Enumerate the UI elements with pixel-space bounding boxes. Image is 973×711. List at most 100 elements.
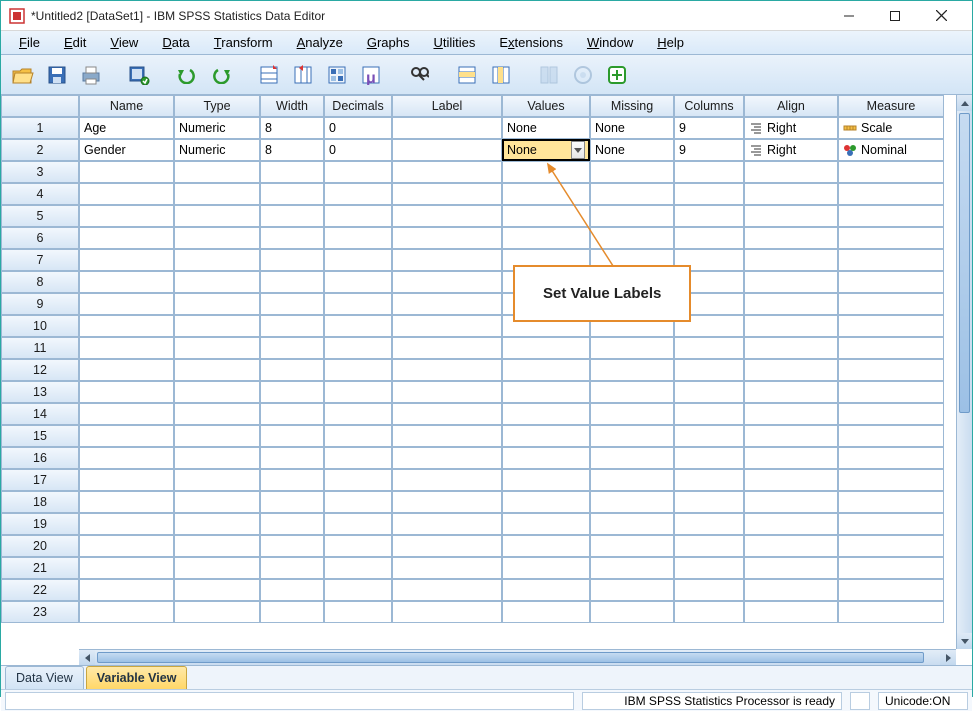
- recall-dialog-button[interactable]: [125, 61, 153, 89]
- scroll-up-button[interactable]: [957, 95, 972, 111]
- empty-cell[interactable]: [838, 359, 944, 381]
- empty-cell[interactable]: [744, 491, 838, 513]
- row-header[interactable]: 7: [1, 249, 79, 271]
- empty-cell[interactable]: [392, 447, 502, 469]
- menu-data[interactable]: Data: [150, 33, 201, 52]
- empty-cell[interactable]: [79, 205, 174, 227]
- empty-cell[interactable]: [674, 557, 744, 579]
- empty-cell[interactable]: [392, 403, 502, 425]
- empty-cell[interactable]: [260, 403, 324, 425]
- close-button[interactable]: [918, 1, 964, 31]
- empty-cell[interactable]: [260, 249, 324, 271]
- empty-cell[interactable]: [260, 271, 324, 293]
- empty-cell[interactable]: [392, 161, 502, 183]
- empty-cell[interactable]: [838, 337, 944, 359]
- empty-cell[interactable]: [79, 293, 174, 315]
- empty-cell[interactable]: [260, 205, 324, 227]
- empty-cell[interactable]: [324, 381, 392, 403]
- empty-cell[interactable]: [590, 579, 674, 601]
- empty-cell[interactable]: [674, 513, 744, 535]
- empty-cell[interactable]: [744, 337, 838, 359]
- empty-cell[interactable]: [502, 359, 590, 381]
- select-cases-button[interactable]: [603, 61, 631, 89]
- empty-cell[interactable]: [174, 359, 260, 381]
- find-button[interactable]: [405, 61, 433, 89]
- values-dropdown-button[interactable]: [571, 141, 585, 159]
- empty-cell[interactable]: [590, 337, 674, 359]
- row-header[interactable]: 12: [1, 359, 79, 381]
- empty-cell[interactable]: [674, 381, 744, 403]
- empty-cell[interactable]: [79, 579, 174, 601]
- empty-cell[interactable]: [79, 359, 174, 381]
- row-header[interactable]: 9: [1, 293, 79, 315]
- empty-cell[interactable]: [392, 205, 502, 227]
- empty-cell[interactable]: [502, 579, 590, 601]
- empty-cell[interactable]: [392, 183, 502, 205]
- empty-cell[interactable]: [838, 315, 944, 337]
- empty-cell[interactable]: [392, 293, 502, 315]
- row-header[interactable]: 23: [1, 601, 79, 623]
- empty-cell[interactable]: [744, 535, 838, 557]
- empty-cell[interactable]: [392, 491, 502, 513]
- empty-cell[interactable]: [79, 557, 174, 579]
- scroll-down-button[interactable]: [957, 633, 972, 649]
- empty-cell[interactable]: [260, 557, 324, 579]
- row-header[interactable]: 16: [1, 447, 79, 469]
- scroll-right-button[interactable]: [940, 650, 956, 665]
- tab-variable-view[interactable]: Variable View: [86, 666, 188, 689]
- empty-cell[interactable]: [392, 337, 502, 359]
- empty-cell[interactable]: [590, 403, 674, 425]
- empty-cell[interactable]: [590, 469, 674, 491]
- empty-cell[interactable]: [838, 249, 944, 271]
- empty-cell[interactable]: [174, 249, 260, 271]
- empty-cell[interactable]: [260, 491, 324, 513]
- empty-cell[interactable]: [838, 293, 944, 315]
- empty-cell[interactable]: [79, 381, 174, 403]
- empty-cell[interactable]: [744, 425, 838, 447]
- empty-cell[interactable]: [79, 315, 174, 337]
- empty-cell[interactable]: [324, 249, 392, 271]
- col-header-label[interactable]: Label: [392, 95, 502, 117]
- empty-cell[interactable]: [79, 271, 174, 293]
- goto-variable-button[interactable]: [289, 61, 317, 89]
- row-header[interactable]: 13: [1, 381, 79, 403]
- col-header-decimals[interactable]: Decimals: [324, 95, 392, 117]
- minimize-button[interactable]: [826, 1, 872, 31]
- empty-cell[interactable]: [392, 535, 502, 557]
- empty-cell[interactable]: [838, 601, 944, 623]
- variable-grid[interactable]: Name Type Width Decimals Label Values Mi…: [1, 95, 972, 623]
- cell-measure[interactable]: Scale: [838, 117, 944, 139]
- col-header-align[interactable]: Align: [744, 95, 838, 117]
- cell-align[interactable]: Right: [744, 139, 838, 161]
- empty-cell[interactable]: [590, 535, 674, 557]
- empty-cell[interactable]: [674, 579, 744, 601]
- empty-cell[interactable]: [590, 425, 674, 447]
- empty-cell[interactable]: [324, 447, 392, 469]
- redo-button[interactable]: [207, 61, 235, 89]
- empty-cell[interactable]: [502, 403, 590, 425]
- empty-cell[interactable]: [674, 601, 744, 623]
- empty-cell[interactable]: [174, 381, 260, 403]
- empty-cell[interactable]: [79, 337, 174, 359]
- menu-graphs[interactable]: Graphs: [355, 33, 422, 52]
- menu-extensions[interactable]: Extensions: [487, 33, 575, 52]
- cell-name[interactable]: Age: [79, 117, 174, 139]
- empty-cell[interactable]: [260, 513, 324, 535]
- empty-cell[interactable]: [744, 579, 838, 601]
- empty-cell[interactable]: [838, 513, 944, 535]
- col-header-columns[interactable]: Columns: [674, 95, 744, 117]
- empty-cell[interactable]: [674, 161, 744, 183]
- scroll-thumb[interactable]: [959, 113, 970, 413]
- empty-cell[interactable]: [174, 469, 260, 491]
- empty-cell[interactable]: [744, 161, 838, 183]
- cell-label[interactable]: [392, 117, 502, 139]
- row-header[interactable]: 3: [1, 161, 79, 183]
- split-file-button[interactable]: [535, 61, 563, 89]
- empty-cell[interactable]: [838, 271, 944, 293]
- cell-columns[interactable]: 9: [674, 139, 744, 161]
- empty-cell[interactable]: [174, 271, 260, 293]
- empty-cell[interactable]: [174, 293, 260, 315]
- empty-cell[interactable]: [590, 491, 674, 513]
- empty-cell[interactable]: [79, 513, 174, 535]
- row-header[interactable]: 5: [1, 205, 79, 227]
